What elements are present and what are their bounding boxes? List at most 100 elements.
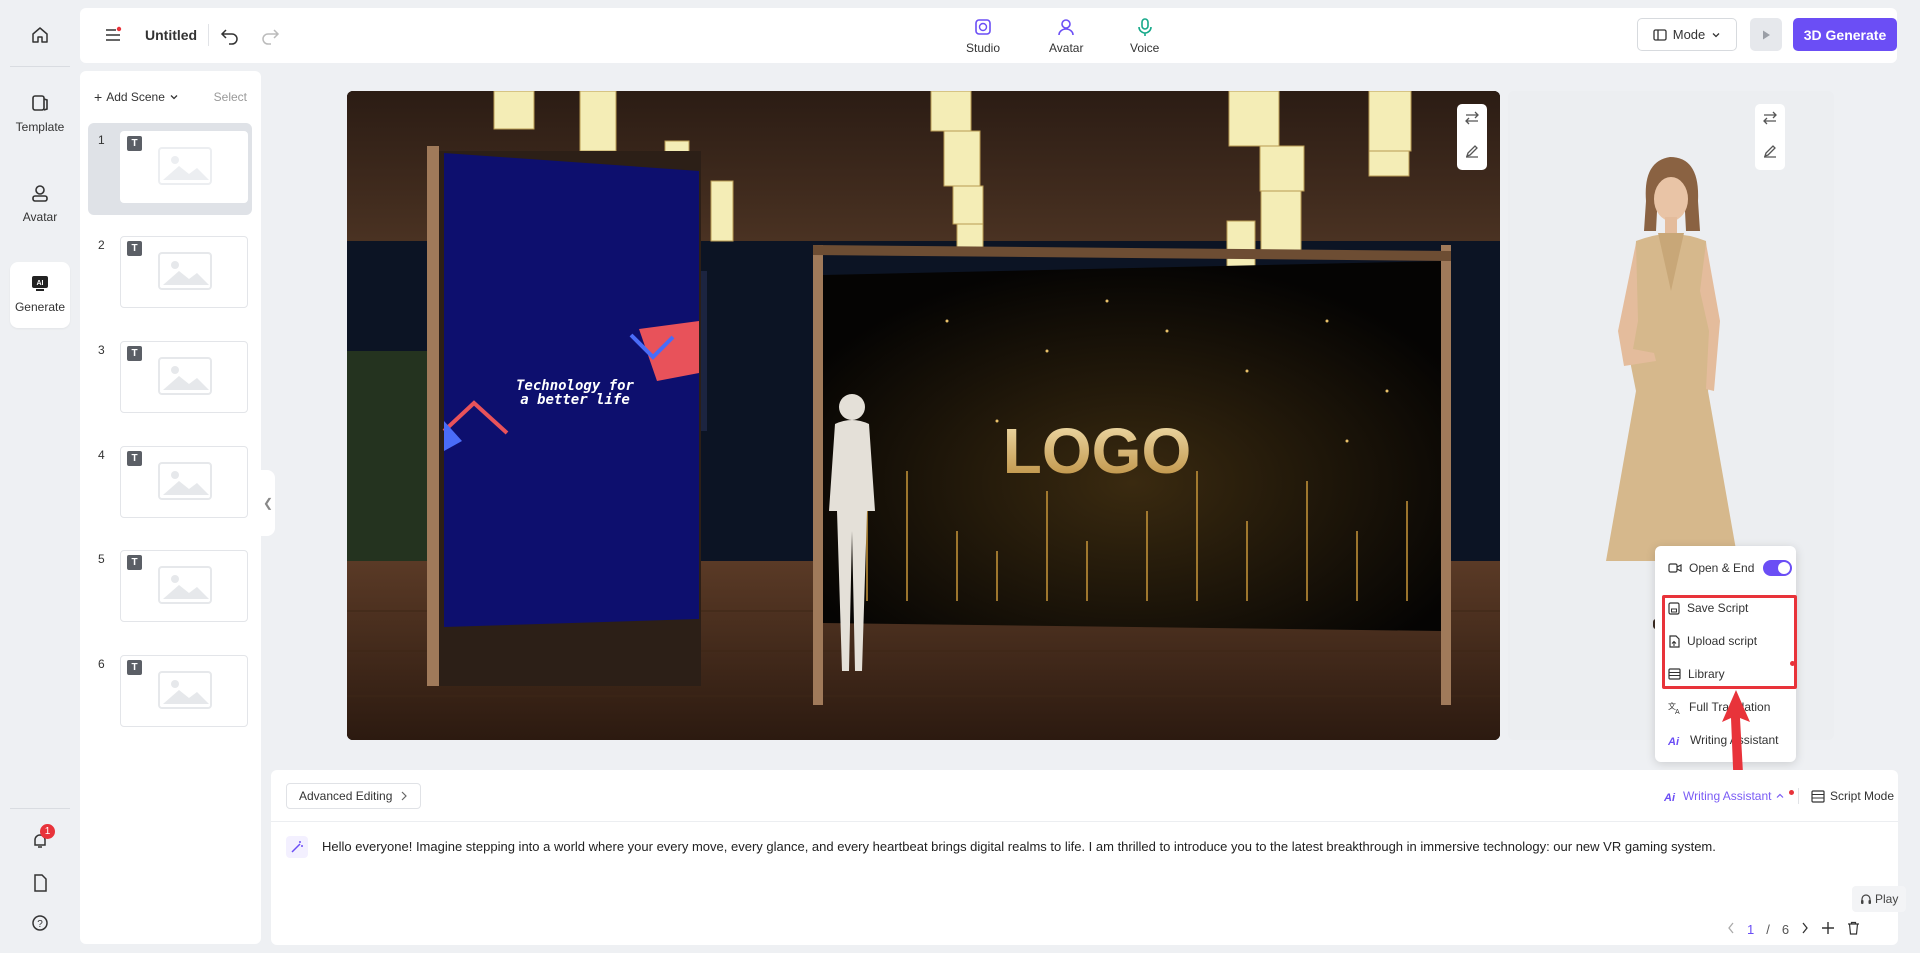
scene-number: 6 — [98, 657, 105, 671]
scene-item[interactable]: 6 T — [88, 647, 252, 739]
banner-text-line2: a better life — [520, 392, 630, 408]
scene-thumbnail: T — [120, 131, 248, 203]
play-icon — [1763, 30, 1770, 39]
writing-assistant-button[interactable]: Ai Writing Assistant — [1664, 789, 1795, 803]
select-button[interactable]: Select — [214, 90, 247, 104]
home-icon — [27, 22, 53, 48]
tab-voice[interactable]: Voice — [1130, 16, 1159, 55]
scene-item[interactable]: 2 T — [88, 228, 252, 320]
plus-icon — [1822, 922, 1835, 934]
prev-page-button[interactable] — [1727, 922, 1735, 937]
video-camera-icon — [1668, 563, 1682, 573]
swap-icon[interactable] — [1464, 110, 1480, 131]
scene-thumbnail: T — [120, 236, 248, 308]
chevron-right-icon — [1802, 922, 1808, 934]
notification-badge: 1 — [40, 824, 55, 839]
logo-text: LOGO — [1003, 415, 1191, 487]
chevron-up-icon — [1777, 793, 1784, 798]
microphone-icon — [1134, 16, 1156, 38]
project-title[interactable]: Untitled — [145, 27, 197, 43]
rail-item-generate[interactable]: AI Generate — [10, 262, 70, 328]
svg-text:Ai: Ai — [1664, 792, 1676, 802]
3d-generate-button[interactable]: 3D Generate — [1793, 18, 1897, 51]
scene-item[interactable]: 3 T — [88, 333, 252, 425]
svg-text:AI: AI — [37, 280, 44, 287]
studio-icon — [972, 16, 994, 38]
edit-icon[interactable] — [1464, 143, 1480, 164]
add-scene-button[interactable]: + Add Scene — [94, 89, 179, 105]
tab-avatar[interactable]: Avatar — [1049, 16, 1083, 55]
script-text-area[interactable]: Hello everyone! Imagine stepping into a … — [322, 835, 1752, 859]
undo-button[interactable] — [220, 25, 240, 50]
scene-thumbnail: T — [120, 550, 248, 622]
text-badge: T — [127, 660, 142, 675]
left-rail: Template Avatar AI Generate 1 ? — [0, 0, 80, 953]
play-script-button[interactable]: Play — [1852, 886, 1907, 912]
next-page-button[interactable] — [1801, 922, 1809, 937]
help-button[interactable]: ? — [10, 910, 70, 936]
stage-preview[interactable]: Technology for a better life LOGO — [347, 91, 1500, 740]
swap-icon[interactable] — [1762, 110, 1778, 131]
rail-item-template[interactable]: Template — [10, 90, 70, 140]
text-badge: T — [127, 136, 142, 151]
home-button[interactable] — [10, 22, 70, 52]
scene-item[interactable]: 5 T — [88, 542, 252, 634]
ai-writing-icon: Ai — [1668, 736, 1680, 746]
undo-icon — [220, 29, 238, 45]
menu-item-open-end: Open & End — [1668, 561, 1754, 575]
scene-number: 1 — [98, 133, 105, 147]
script-mode-label: Script Mode — [1830, 789, 1895, 803]
indicator-dot — [1789, 789, 1795, 795]
menu-button[interactable] — [104, 26, 122, 49]
redo-icon — [262, 29, 280, 45]
virtual-studio-scene: Technology for a better life LOGO — [347, 91, 1500, 740]
menu-item-label: Open & End — [1689, 561, 1755, 575]
avatar-tools — [1755, 104, 1785, 170]
delete-scene-button[interactable] — [1847, 921, 1860, 938]
rail-divider — [10, 66, 70, 67]
writing-assistant-label: Writing Assistant — [1683, 789, 1772, 803]
chevron-left-icon — [1728, 922, 1734, 934]
tab-label: Studio — [966, 41, 1001, 55]
advanced-editing-button[interactable]: Advanced Editing — [286, 783, 422, 809]
headphones-icon — [1861, 894, 1871, 904]
scene-panel: + Add Scene Select 1 T 2 T 3 T 4 T 5 T 6… — [80, 71, 261, 944]
svg-text:Ai: Ai — [1668, 736, 1680, 746]
empty-image-icon — [158, 566, 212, 604]
annotation-highlight-box — [1662, 595, 1797, 689]
open-end-toggle[interactable] — [1763, 560, 1792, 576]
edit-icon[interactable] — [1762, 143, 1778, 164]
page-separator: / — [1766, 922, 1770, 937]
mode-dropdown[interactable]: Mode — [1637, 18, 1737, 51]
stage-tools — [1457, 104, 1487, 170]
text-badge: T — [127, 555, 142, 570]
collapse-panel-button[interactable]: ❮ — [261, 470, 275, 536]
rail-item-label: Template — [15, 120, 65, 134]
chevron-left-icon: ❮ — [262, 496, 274, 510]
scene-thumbnail: T — [120, 655, 248, 727]
svg-text:?: ? — [37, 919, 43, 930]
document-button[interactable] — [10, 870, 70, 896]
rail-divider — [10, 808, 70, 809]
notifications-button[interactable]: 1 — [10, 824, 70, 854]
rail-item-avatar[interactable]: Avatar — [10, 180, 70, 230]
template-icon — [27, 90, 53, 116]
rail-item-label: Avatar — [22, 210, 58, 224]
script-editor: Advanced Editing Ai Writing Assistant Sc… — [271, 770, 1907, 945]
scene-item[interactable]: 1 T — [88, 123, 252, 215]
preview-play-button[interactable] — [1750, 18, 1782, 51]
magic-wand-button[interactable] — [286, 836, 308, 858]
divider — [271, 821, 1898, 822]
scene-item[interactable]: 4 T — [88, 438, 252, 530]
page-total: 6 — [1781, 922, 1790, 937]
svg-text:A: A — [1675, 709, 1680, 714]
add-scene-label: Add Scene — [106, 90, 165, 104]
tab-studio[interactable]: Studio — [966, 16, 1000, 55]
text-badge: T — [127, 451, 142, 466]
layout-icon — [1653, 28, 1667, 41]
script-mode-button[interactable]: Script Mode — [1811, 789, 1894, 803]
scene-thumbnail: T — [120, 341, 248, 413]
add-scene-button[interactable] — [1821, 921, 1835, 938]
redo-button[interactable] — [260, 25, 280, 50]
scene-thumbnail: T — [120, 446, 248, 518]
